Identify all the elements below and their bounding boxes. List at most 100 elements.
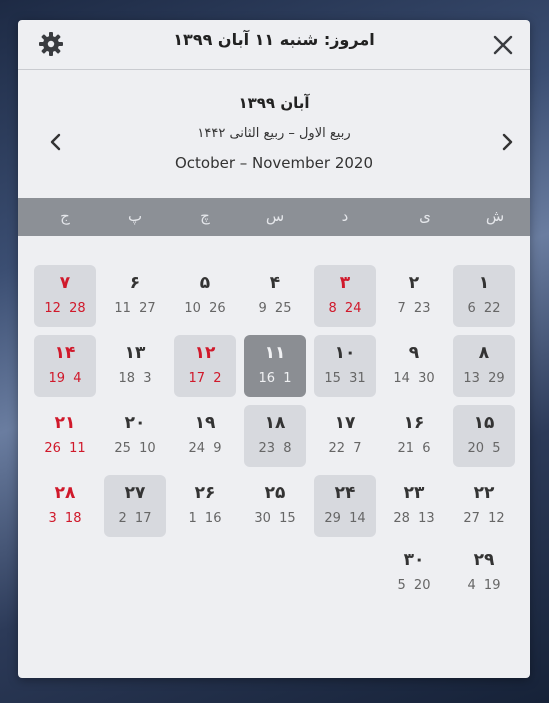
day-cell[interactable]: ۴ 9 25: [244, 265, 306, 327]
day-cell[interactable]: ۲ 7 23: [383, 265, 445, 327]
persian-day-number: ۲۷: [124, 483, 146, 503]
secondary-day-numbers: 1 16: [188, 511, 222, 526]
persian-day-number: ۲۹: [473, 550, 495, 570]
gregorian-months: October – November 2020: [174, 154, 374, 172]
secondary-day-numbers: 8 24: [328, 301, 362, 316]
close-icon[interactable]: [492, 34, 514, 56]
secondary-day-numbers: 18 3: [118, 371, 152, 386]
day-cell[interactable]: ۷ 12 28: [34, 265, 96, 327]
day-cell[interactable]: ۹ 14 30: [383, 335, 445, 397]
persian-day-number: ۱۹: [194, 413, 216, 433]
secondary-day-numbers: 10 26: [184, 301, 226, 316]
day-cell[interactable]: ۲۱ 26 11: [34, 405, 96, 467]
day-cell[interactable]: ۶ 11 27: [104, 265, 166, 327]
secondary-day-numbers: 24 9: [188, 441, 222, 456]
day-cell[interactable]: ۸ 13 29: [453, 335, 515, 397]
persian-day-number: ۲۶: [194, 483, 216, 503]
day-cell[interactable]: ۲۶ 1 16: [174, 475, 236, 537]
secondary-day-numbers: 28 13: [393, 511, 435, 526]
persian-day-number: ۱۱: [264, 343, 286, 363]
day-cell[interactable]: ۱۵ 20 5: [453, 405, 515, 467]
persian-day-number: ۹: [408, 343, 420, 363]
persian-day-number: ۲۸: [54, 483, 76, 503]
secondary-day-numbers: 13 29: [463, 371, 505, 386]
day-cell[interactable]: ۳۰ 5 20: [383, 542, 445, 604]
secondary-day-numbers: 12 28: [44, 301, 86, 316]
secondary-day-numbers: 14 30: [393, 371, 435, 386]
secondary-day-numbers: 19 4: [48, 371, 82, 386]
persian-day-number: ۱۶: [403, 413, 425, 433]
persian-day-number: ۱۰: [334, 343, 356, 363]
day-cell[interactable]: ۱۹ 24 9: [174, 405, 236, 467]
persian-day-number: ۱۴: [54, 343, 76, 363]
weekday-label: د: [341, 207, 349, 225]
persian-day-number: ۱۳: [124, 343, 146, 363]
persian-day-number: ۱۷: [334, 413, 356, 433]
today-title: امروز: شنبه ۱۱ آبان ۱۳۹۹: [173, 30, 375, 49]
secondary-day-numbers: 25 10: [114, 441, 156, 456]
weekday-label: ی: [419, 207, 431, 225]
persian-day-number: ۲۲: [473, 483, 495, 503]
secondary-day-numbers: 23 8: [258, 441, 292, 456]
persian-day-number: ۳۰: [403, 550, 425, 570]
secondary-day-numbers: 30 15: [254, 511, 296, 526]
weekday-label: ج: [60, 207, 70, 225]
secondary-day-numbers: 9 25: [258, 301, 292, 316]
secondary-day-numbers: 3 18: [48, 511, 82, 526]
persian-day-number: ۸: [478, 343, 490, 363]
day-cell[interactable]: ۲۹ 4 19: [453, 542, 515, 604]
secondary-day-numbers: 6 22: [467, 301, 501, 316]
calendar-panel: امروز: شنبه ۱۱ آبان ۱۳۹۹ آبان ۱۳۹۹ ربیع …: [18, 20, 530, 678]
secondary-day-numbers: 26 11: [44, 441, 86, 456]
day-cell[interactable]: ۲۸ 3 18: [34, 475, 96, 537]
secondary-day-numbers: 4 19: [467, 578, 501, 593]
day-cell[interactable]: ۲۳ 28 13: [383, 475, 445, 537]
persian-day-number: ۷: [59, 273, 71, 293]
persian-day-number: ۲۳: [403, 483, 425, 503]
persian-day-number: ۶: [129, 273, 141, 293]
chevron-left-icon[interactable]: [44, 130, 68, 154]
secondary-day-numbers: 29 14: [324, 511, 366, 526]
month-title: آبان ۱۳۹۹: [238, 94, 310, 112]
day-cell[interactable]: ۲۲ 27 12: [453, 475, 515, 537]
secondary-day-numbers: 17 2: [188, 371, 222, 386]
persian-day-number: ۱۸: [264, 413, 286, 433]
secondary-day-numbers: 7 23: [397, 301, 431, 316]
day-cell[interactable]: ۱۲ 17 2: [174, 335, 236, 397]
day-cell[interactable]: ۳ 8 24: [314, 265, 376, 327]
hijri-months: ربیع الاول – ربیع الثانی ۱۴۴۲: [197, 126, 351, 141]
day-cell[interactable]: ۱۰ 15 31: [314, 335, 376, 397]
persian-day-number: ۴: [269, 273, 281, 293]
secondary-day-numbers: 22 7: [328, 441, 362, 456]
secondary-day-numbers: 11 27: [114, 301, 156, 316]
day-cell[interactable]: ۱۳ 18 3: [104, 335, 166, 397]
secondary-day-numbers: 27 12: [463, 511, 505, 526]
secondary-day-numbers: 16 1: [258, 371, 292, 386]
persian-day-number: ۳: [339, 273, 351, 293]
persian-day-number: ۱۵: [473, 413, 495, 433]
day-cell[interactable]: ۲۵ 30 15: [244, 475, 306, 537]
secondary-day-numbers: 20 5: [467, 441, 501, 456]
secondary-day-numbers: 2 17: [118, 511, 152, 526]
secondary-day-numbers: 21 6: [397, 441, 431, 456]
day-cell[interactable]: ۱۷ 22 7: [314, 405, 376, 467]
persian-day-number: ۱۲: [194, 343, 216, 363]
day-cell[interactable]: ۵ 10 26: [174, 265, 236, 327]
persian-day-number: ۲۱: [54, 413, 76, 433]
day-cell[interactable]: ۱۸ 23 8: [244, 405, 306, 467]
day-cell[interactable]: ۱ 6 22: [453, 265, 515, 327]
gear-icon[interactable]: [38, 31, 64, 57]
day-cell-today[interactable]: ۱۱ 16 1: [244, 335, 306, 397]
weekday-label: س: [265, 207, 285, 225]
calendar-header: امروز: شنبه ۱۱ آبان ۱۳۹۹: [18, 20, 530, 70]
day-cell[interactable]: ۲۷ 2 17: [104, 475, 166, 537]
day-cell[interactable]: ۲۴ 29 14: [314, 475, 376, 537]
month-header: آبان ۱۳۹۹ ربیع الاول – ربیع الثانی ۱۴۴۲ …: [18, 70, 530, 198]
persian-day-number: ۲۰: [124, 413, 146, 433]
day-cell[interactable]: ۱۶ 21 6: [383, 405, 445, 467]
persian-day-number: ۵: [199, 273, 211, 293]
secondary-day-numbers: 15 31: [324, 371, 366, 386]
day-cell[interactable]: ۱۴ 19 4: [34, 335, 96, 397]
day-cell[interactable]: ۲۰ 25 10: [104, 405, 166, 467]
chevron-right-icon[interactable]: [495, 130, 519, 154]
